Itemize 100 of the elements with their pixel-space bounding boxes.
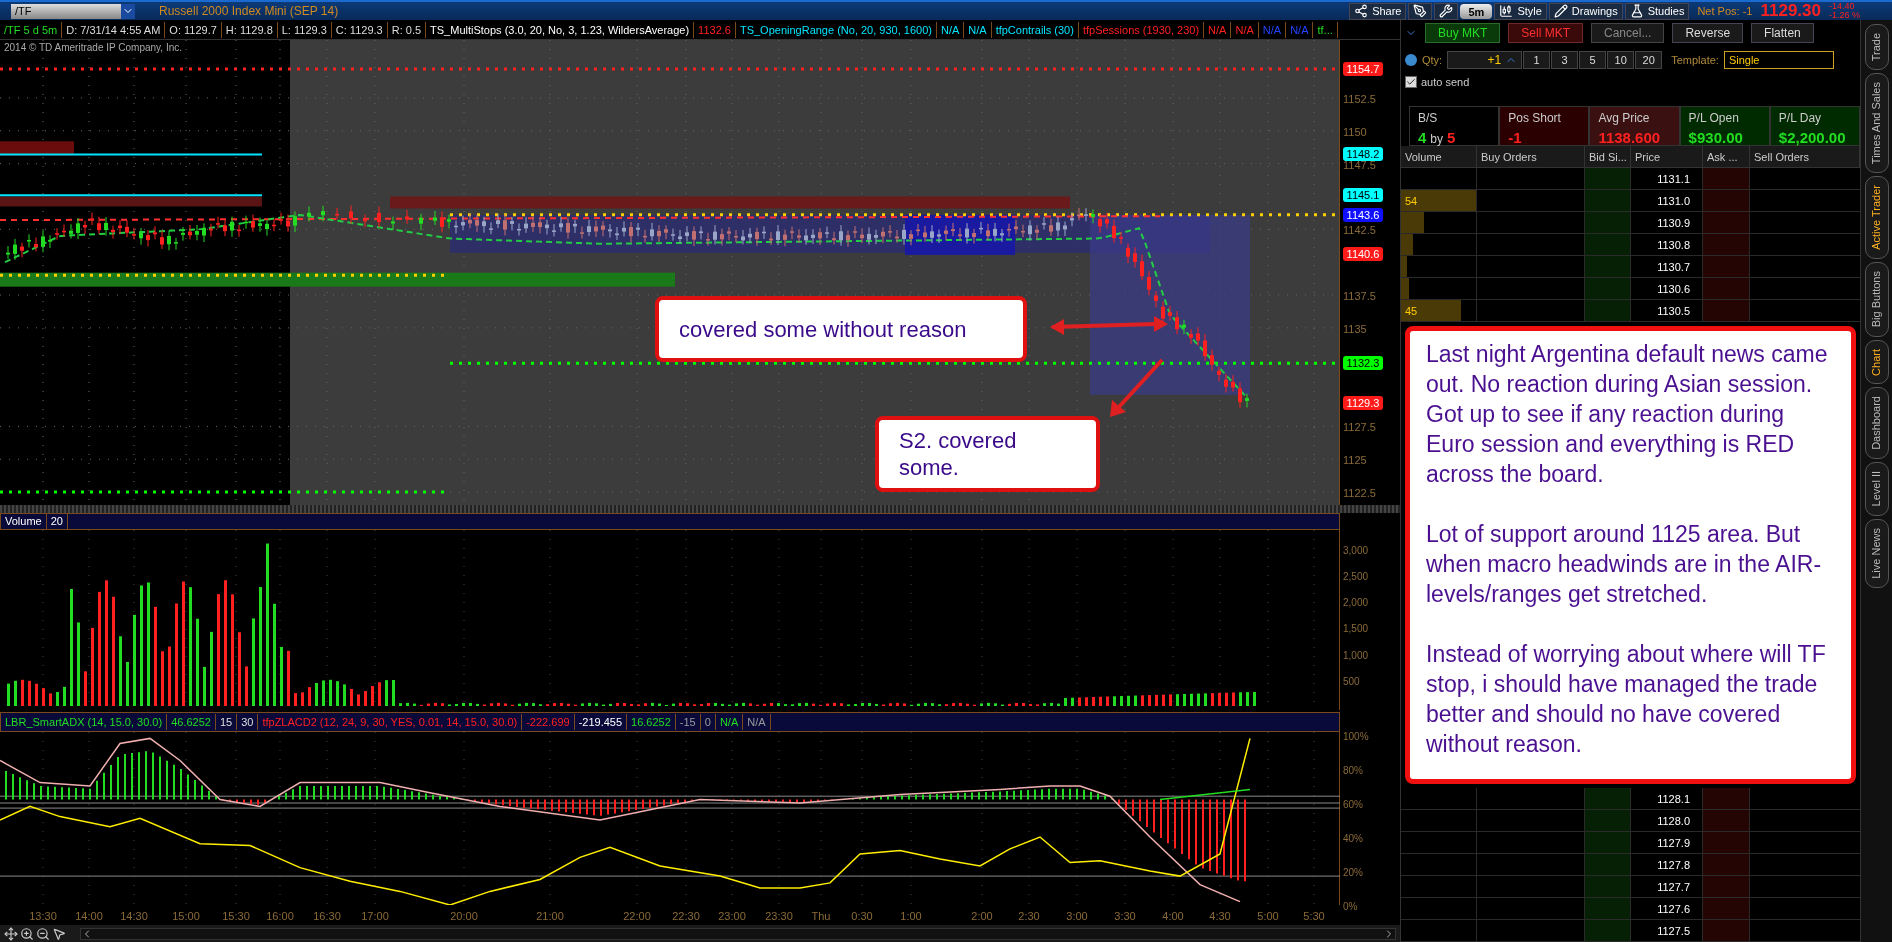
indicator-label: LBR_SmartADX (14, 15.0, 30.0) [1, 714, 168, 730]
column-header[interactable]: Buy Orders [1477, 146, 1585, 168]
qty-preset-button[interactable]: 1 [1523, 51, 1551, 70]
qty-preset-button[interactable]: 3 [1551, 51, 1579, 70]
column-header[interactable]: Volume [1401, 146, 1477, 168]
qty-preset-button[interactable]: 20 [1635, 51, 1663, 70]
study-label: N/A [936, 21, 965, 38]
copyright-text: 2014 © TD Ameritrade IP Company, Inc. [4, 41, 182, 55]
ask-count: 5 [1447, 128, 1456, 149]
price-marker: 1145.1 [1343, 188, 1383, 203]
time-label: 23:30 [765, 909, 793, 924]
dropdown-button[interactable] [121, 3, 135, 19]
time-label: 15:30 [222, 909, 250, 924]
toolbar-button[interactable]: Studies [1624, 2, 1690, 20]
zoom-in-icon[interactable] [20, 926, 34, 941]
volume-label: 20 [46, 514, 68, 529]
candlestick-icon [1499, 4, 1514, 18]
axis-label: 1142.5 [1343, 223, 1376, 239]
axis-label: 1135 [1343, 321, 1367, 337]
indicator-label: 16.6252 [627, 714, 676, 730]
study-label: tfpSessions (1930, 230) [1078, 21, 1205, 38]
study-label: L: 1129.3 [277, 21, 332, 38]
toolbar-button[interactable]: Style [1494, 2, 1547, 20]
position-title: P/L Open [1688, 110, 1740, 128]
qty-preset-button[interactable]: 10 [1607, 51, 1635, 70]
callout-box: covered some without reason [655, 296, 1027, 362]
column-header[interactable]: Bid Si... [1585, 146, 1631, 168]
splitter-handle[interactable] [0, 505, 1400, 513]
price-marker: 1154.7 [1343, 62, 1383, 76]
side-tab[interactable]: Trade [1864, 24, 1889, 71]
time-label: 4:00 [1162, 909, 1184, 924]
side-tab[interactable]: Times And Sales [1864, 73, 1889, 174]
symbol-field[interactable]: /TF [11, 3, 121, 19]
time-label: 15:00 [172, 909, 200, 924]
cursor-icon[interactable] [52, 926, 66, 941]
indicator-label: 30 [237, 714, 259, 730]
time-label: 22:30 [672, 909, 700, 924]
time-label: 20:00 [450, 909, 478, 924]
order-button[interactable]: Reverse [1672, 23, 1744, 44]
qty-label: Qty: [1422, 53, 1443, 69]
axis-label: 500 [1343, 674, 1360, 689]
axis-label: 1127.5 [1343, 420, 1376, 436]
callout-arrow [1110, 358, 1164, 417]
template-label: Template: [1671, 53, 1719, 69]
toolbar-button[interactable] [1408, 2, 1433, 20]
toolbar-button[interactable]: Drawings [1548, 2, 1623, 20]
auto-send-label: auto send [1421, 75, 1470, 91]
side-tab[interactable]: Level II [1864, 462, 1889, 516]
indicator-label: N/A [743, 714, 771, 730]
order-button[interactable]: Sell MKT [1508, 23, 1584, 44]
qty-field[interactable]: +1 [1447, 51, 1523, 70]
toolbar-button[interactable]: Share [1349, 2, 1407, 20]
study-label: tfpContrails (30) [991, 21, 1079, 38]
wrench-icon [1439, 4, 1454, 18]
study-label: TS_OpeningRange (No, 20, 930, 1600) [735, 21, 937, 38]
time-label: 22:00 [623, 909, 651, 924]
last-price: 1129.30 [1760, 0, 1821, 23]
study-label: /TF 5 d 5m [0, 21, 63, 38]
toolbar-button[interactable] [1434, 2, 1459, 20]
price-change-percent: -1.26 % [1828, 11, 1860, 20]
pan-icon[interactable] [4, 926, 18, 941]
column-header[interactable]: Ask ... [1703, 146, 1750, 168]
study-label: N/A [964, 21, 992, 38]
order-button[interactable]: Flatten [1751, 23, 1814, 44]
side-tab[interactable]: Big Buttons [1864, 262, 1889, 337]
time-label: 16:00 [266, 909, 294, 924]
indicator-label: 15 [215, 714, 238, 730]
time-label: 4:30 [1209, 909, 1231, 924]
volume-value: 45 [1404, 305, 1418, 318]
indicator-label: -219.455 [574, 714, 628, 730]
column-header[interactable]: Price [1631, 146, 1703, 168]
scrollbar[interactable] [80, 927, 1396, 940]
axis-label: 2,000 [1343, 596, 1369, 611]
price-marker: 1148.2 [1343, 147, 1383, 162]
time-label: 3:30 [1114, 909, 1136, 924]
side-tab[interactable]: Active Trader [1864, 176, 1889, 260]
study-label: TS_MultiStops (3.0, 20, No, 3, 1.23, WildersAverage) [426, 21, 695, 38]
side-tab[interactable]: Live News [1864, 518, 1889, 588]
time-label: 5:30 [1303, 909, 1325, 924]
axis-label: 1137.5 [1343, 289, 1376, 304]
volume-label: Volume [1, 514, 47, 529]
time-label: 5:00 [1257, 909, 1279, 924]
position-title: Avg Price [1598, 110, 1651, 128]
side-tab[interactable]: Dashboard [1864, 387, 1889, 460]
zoom-out-icon[interactable] [36, 926, 50, 941]
period-button[interactable]: 5m [1460, 3, 1493, 19]
axis-label: 2,500 [1343, 570, 1369, 584]
axis-label: 20% [1343, 866, 1363, 880]
time-label: 17:00 [361, 909, 389, 924]
order-button[interactable]: Buy MKT [1425, 23, 1501, 44]
side-tab[interactable]: Chart [1864, 339, 1889, 385]
template-dropdown[interactable]: Single [1723, 51, 1834, 70]
time-label: 2:00 [971, 909, 993, 924]
qty-preset-button[interactable]: 5 [1579, 51, 1607, 70]
indicator-label: 46.6252 [167, 714, 216, 730]
study-label: O: 1129.7 [165, 21, 222, 38]
study-label: N/A [1286, 21, 1314, 38]
order-button[interactable]: Cancel... [1591, 23, 1665, 44]
help-icon[interactable] [1405, 54, 1417, 67]
auto-send-checkbox[interactable] [1405, 76, 1417, 89]
